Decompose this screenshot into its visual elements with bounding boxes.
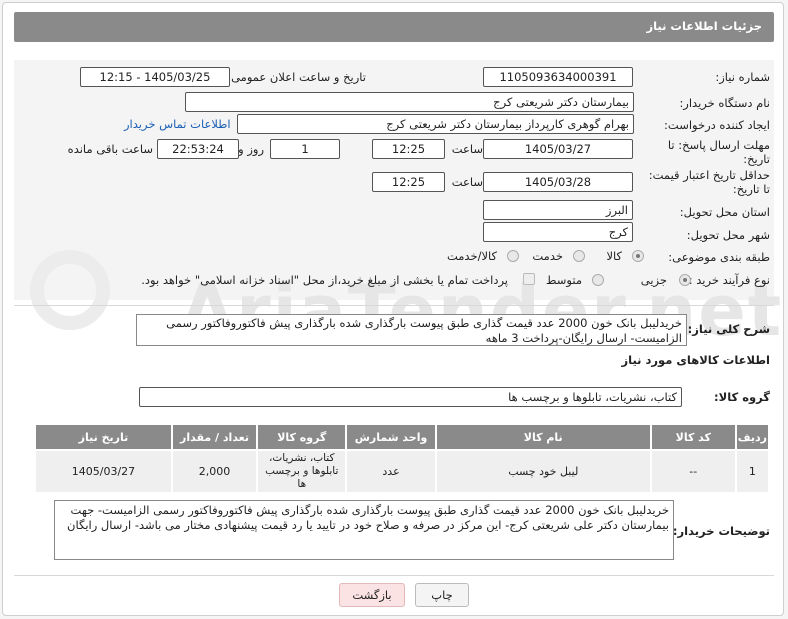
watermark-logo-icon: [30, 250, 110, 330]
announce-field: 1405/03/25 - 12:15: [80, 67, 230, 87]
cell-name: لیبل خود چسب: [434, 449, 652, 494]
col-date: تاریخ نیاز: [34, 423, 173, 451]
creator-label: ایجاد کننده درخواست:: [664, 118, 770, 132]
buyer-notes-label: توضیحات خریدار:: [672, 524, 770, 538]
col-group: گروه کالا: [256, 423, 348, 451]
remaining-time-field: 22:53:24: [157, 139, 239, 159]
cell-qty: 2,000: [170, 449, 259, 494]
category-label: طبقه بندی موضوعی:: [668, 250, 770, 264]
cell-date: 1405/03/27: [34, 449, 173, 494]
page-title: جزئیات اطلاعات نیاز: [646, 19, 762, 33]
divider: [14, 305, 774, 306]
col-code: کد کالا: [649, 423, 737, 451]
print-button[interactable]: چاپ: [415, 583, 469, 607]
goods-group-field: کتاب، نشریات، تابلوها و برچسب ها: [139, 387, 682, 407]
category-both-label: کالا/خدمت: [446, 249, 497, 263]
validity-date-field: 1405/03/28: [483, 172, 633, 192]
need-number-label: شماره نیاز:: [715, 70, 770, 84]
payment-note: پرداخت تمام یا بخشی از مبلغ خرید،از محل …: [141, 273, 508, 287]
col-qty: تعداد / مقدار: [170, 423, 259, 451]
table-row: 1 -- لیبل خود چسب عدد کتاب، نشریات، تابل…: [34, 449, 771, 494]
category-goods-radio[interactable]: [632, 250, 644, 262]
treasury-checkbox[interactable]: [523, 273, 535, 285]
buyer-notes-field: خریدلیبل بانک خون 2000 عدد قیمت گذاری طب…: [54, 500, 674, 560]
contact-info-link[interactable]: اطلاعات تماس خریدار: [124, 117, 231, 131]
goods-table: ردیف کد کالا نام کالا واحد شمارش گروه کا…: [34, 423, 771, 494]
page-header: جزئیات اطلاعات نیاز: [14, 12, 774, 42]
summary-label: شرح کلی نیاز:: [687, 322, 770, 336]
buyer-org-label: نام دستگاه خریدار:: [679, 96, 770, 110]
cell-unit: عدد: [345, 449, 437, 494]
process-label: نوع فرآیند خرید :: [688, 273, 770, 287]
summary-field: خریدلیبل بانک خون 2000 عدد قیمت گذاری طب…: [136, 314, 687, 346]
category-goods-label: کالا: [606, 249, 622, 263]
need-number-field: 1105093634000391: [483, 67, 633, 87]
process-minor-radio[interactable]: [679, 274, 691, 286]
cell-code: --: [649, 449, 737, 494]
goods-group-label: گروه کالا:: [714, 390, 770, 404]
goods-section-title: اطلاعات کالاهای مورد نیاز: [621, 353, 770, 367]
category-service-radio[interactable]: [573, 250, 585, 262]
deadline-time-field: 12:25: [372, 139, 445, 159]
cell-row: 1: [734, 449, 771, 494]
col-unit: واحد شمارش: [345, 423, 437, 451]
back-button[interactable]: بازگشت: [339, 583, 405, 607]
validity-time-label: ساعت: [451, 175, 483, 189]
deadline-label: مهلت ارسال پاسخ: تا تاریخ:: [667, 138, 770, 166]
announce-label: تاریخ و ساعت اعلان عمومی:: [227, 70, 366, 84]
creator-field: بهرام گوهری کارپرداز بیمارستان دکتر شریع…: [237, 114, 634, 134]
province-label: استان محل تحویل:: [679, 205, 770, 219]
category-service-label: خدمت: [532, 249, 563, 263]
city-field: کرج: [483, 222, 633, 242]
col-row: ردیف: [734, 423, 771, 451]
process-medium-radio[interactable]: [592, 274, 604, 286]
remaining-label: ساعت باقی مانده: [67, 142, 153, 156]
process-medium-label: متوسط: [545, 273, 582, 287]
province-field: البرز: [483, 200, 633, 220]
validity-label: حداقل تاریخ اعتبار قیمت: تا تاریخ:: [648, 168, 770, 196]
cell-group: کتاب، نشریات، تابلوها و برچسب ها: [256, 449, 348, 494]
col-name: نام کالا: [434, 423, 652, 451]
divider: [14, 575, 774, 576]
city-label: شهر محل تحویل:: [686, 228, 770, 242]
deadline-date-field: 1405/03/27: [483, 139, 633, 159]
process-minor-label: جزیی: [640, 273, 667, 287]
category-both-radio[interactable]: [507, 250, 519, 262]
deadline-time-label: ساعت: [451, 142, 483, 156]
days-label: روز و: [238, 142, 264, 156]
buyer-org-field: بیمارستان دکتر شریعتی کرج: [185, 92, 634, 112]
validity-time-field: 12:25: [372, 172, 445, 192]
days-field: 1: [270, 139, 340, 159]
